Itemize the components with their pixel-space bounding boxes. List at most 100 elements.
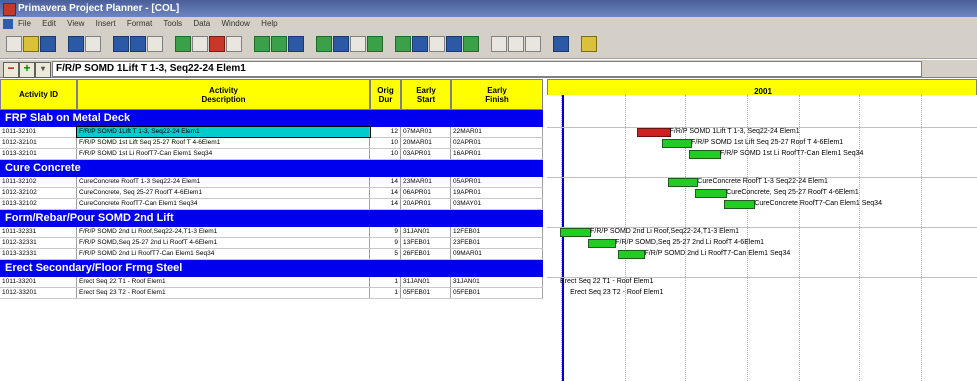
col-header-id[interactable]: Activity ID [0,79,77,110]
table-row[interactable]: 1012-32102 CureConcrete, Seq 25-27 RoofT … [0,188,543,199]
cell-es[interactable]: 05FEB01 [401,288,451,298]
binoculars-icon[interactable] [192,36,208,52]
table-row[interactable]: 1012-33201 Erect Seq 23 T2 - Roof Elem1 1 0… [0,288,543,299]
table-row[interactable]: 1011-32331 F/R/P SOMD 2nd Li Roof,Seq22-2… [0,227,543,238]
cell-ef[interactable]: 09MAR01 [451,249,543,259]
menu-format[interactable]: Format [127,17,152,31]
cell-es[interactable]: 07MAR01 [401,127,451,137]
network-icon[interactable] [333,36,349,52]
activity-bar[interactable] [695,189,728,198]
cell-ef[interactable]: 12FEB01 [451,227,543,237]
stop-icon[interactable] [209,36,225,52]
table-row[interactable]: 1013-32331 F/R/P SOMD 2nd Li RoofT7-Can E… [0,249,543,260]
paste-icon[interactable] [147,36,163,52]
menu-help[interactable]: Help [261,17,277,31]
cell-ef[interactable]: 23FEB01 [451,238,543,248]
open-folder-icon[interactable] [23,36,39,52]
activity-bar[interactable] [667,178,699,187]
filter-icon[interactable] [254,36,270,52]
cell-id[interactable]: 1011-33201 [0,277,77,287]
target-icon[interactable] [226,36,242,52]
print-icon[interactable] [68,36,84,52]
cell-id[interactable]: 1011-32101 [0,127,77,137]
cell-es[interactable]: 06APR01 [401,188,451,198]
menu-edit[interactable]: Edit [42,17,56,31]
cell-es[interactable]: 26FEB01 [401,249,451,259]
cell-desc[interactable]: F/R/P SOMD 1Lift T 1-3, Seq22-24 Elem1 [76,126,371,138]
table-row[interactable]: 1012-32101 F/R/P SOMD 1st Lift Seq 25-27 … [0,138,543,149]
cell-dur[interactable]: 14 [370,188,401,198]
cell-ef[interactable]: 31JAN01 [451,277,543,287]
cell-es[interactable]: 20APR01 [401,199,451,209]
col-header-dur[interactable]: Orig Dur [370,79,401,110]
activity-bar[interactable] [724,200,756,209]
cell-ef[interactable]: 02APR01 [451,138,543,148]
cell-id[interactable]: 1013-32331 [0,249,77,259]
cell-ef[interactable]: 19APR01 [451,188,543,198]
envelope-icon[interactable] [525,36,541,52]
dropdown-icon[interactable]: ▾ [35,62,51,78]
table-row[interactable]: 1012-32331 F/R/P SOMD,Seq 25-27 2nd Li Ro… [0,238,543,249]
window-icon[interactable] [429,36,445,52]
group-band[interactable]: FRP Slab on Metal Deck [0,110,543,127]
menu-view[interactable]: View [67,17,84,31]
activity-bar[interactable] [560,228,592,237]
graph-icon[interactable] [463,36,479,52]
cell-id[interactable]: 1012-32102 [0,188,77,198]
report-icon[interactable] [508,36,524,52]
cell-desc[interactable]: Erect Seq 22 T1 - Roof Elem1 [77,277,370,287]
menu-file[interactable]: File [18,17,31,31]
calendar-icon[interactable] [412,36,428,52]
save-icon[interactable] [40,36,56,52]
group-band[interactable]: Erect Secondary/Floor Frmg Steel [0,260,543,277]
cell-ef[interactable]: 03MAY01 [451,199,543,209]
columns-icon[interactable] [288,36,304,52]
copy-icon[interactable] [130,36,146,52]
activity-bar[interactable] [661,139,693,148]
cell-ef[interactable]: 05APR01 [451,177,543,187]
table-icon[interactable] [175,36,191,52]
menu-data[interactable]: Data [193,17,210,31]
cell-es[interactable]: 31JAN01 [401,227,451,237]
cell-id[interactable]: 1013-32102 [0,199,77,209]
cell-ef[interactable]: 16APR01 [451,149,543,159]
cell-es[interactable]: 20MAR01 [401,138,451,148]
expand-button[interactable]: + [19,62,35,78]
cell-es[interactable]: 31JAN01 [401,277,451,287]
cell-id[interactable]: 1011-32102 [0,177,77,187]
activity-bar[interactable] [588,239,617,248]
col-header-es[interactable]: Early Start [401,79,451,110]
cell-desc[interactable]: CureConcrete RoofT 1-3 Seq22-24 Elem1 [77,177,370,187]
new-file-icon[interactable] [6,36,22,52]
zoom-icon[interactable] [367,36,383,52]
cut-icon[interactable] [113,36,129,52]
cell-desc[interactable]: F/R/P SOMD 1st Lift Seq 25-27 Roof T 4-6… [77,138,370,148]
cell-desc[interactable]: F/R/P SOMD 2nd Li RoofT7-Can Elem1 Seq34 [77,249,370,259]
col-header-desc[interactable]: Activity Description [77,79,370,110]
menu-insert[interactable]: Insert [96,17,116,31]
activity-bar[interactable] [618,250,646,259]
cell-id[interactable]: 1012-33201 [0,288,77,298]
print-preview-icon[interactable] [85,36,101,52]
cell-es[interactable]: 03APR01 [401,149,451,159]
menu-tools[interactable]: Tools [163,17,182,31]
organizer-icon[interactable] [553,36,569,52]
barchart-icon[interactable] [316,36,332,52]
col-header-ef[interactable]: Early Finish [451,79,543,110]
cell-id[interactable]: 1012-32101 [0,138,77,148]
cell-desc[interactable]: F/R/P SOMD,Seq 25-27 2nd Li RoofT 4-6Ele… [77,238,370,248]
cell-es[interactable]: 13FEB01 [401,238,451,248]
cell-ef[interactable]: 05FEB01 [451,288,543,298]
table-row[interactable]: 1013-32102 CureConcrete RoofT7-Can Elem1 … [0,199,543,210]
cell-dur[interactable]: 1 [370,288,401,298]
cell-dur[interactable]: 12 [370,127,401,137]
critical-activity-bar[interactable] [636,128,671,137]
cell-ef[interactable]: 22MAR01 [451,127,543,137]
activity-edit-field[interactable]: F/R/P SOMD 1Lift T 1-3, Seq22-24 Elem1 [52,61,922,77]
cell-desc[interactable]: CureConcrete, Seq 25-27 RoofT 4-6Elem1 [77,188,370,198]
layout-icon[interactable] [271,36,287,52]
cell-dur[interactable]: 9 [370,227,401,237]
help-icon[interactable] [581,36,597,52]
table-row[interactable]: 1011-33201 Erect Seq 22 T1 - Roof Elem1 1 3… [0,277,543,288]
cell-dur[interactable]: 14 [370,199,401,209]
